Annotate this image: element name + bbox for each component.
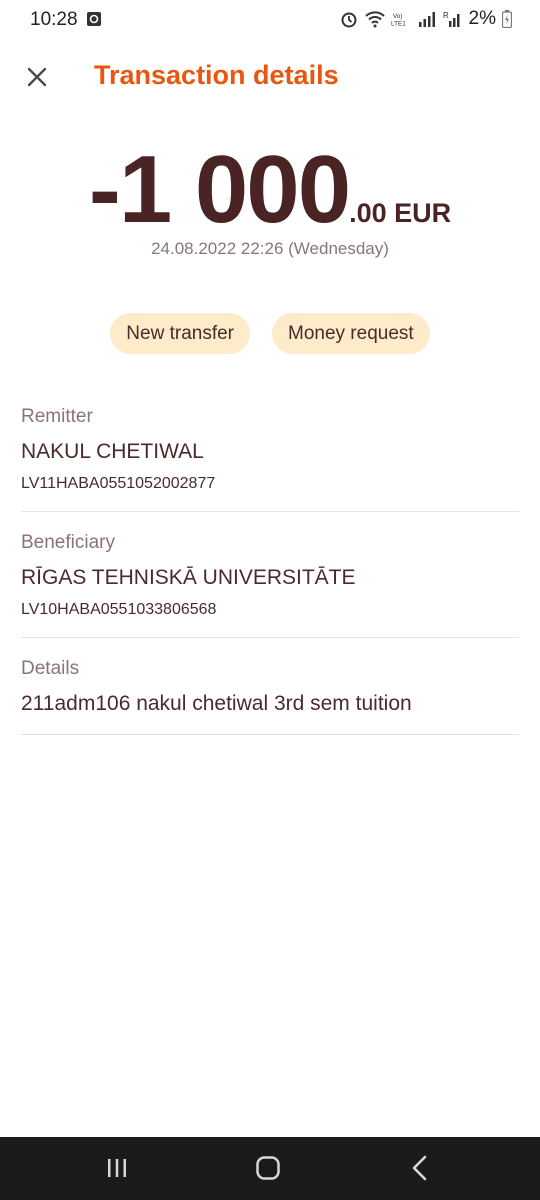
page-title: Transaction details	[94, 60, 339, 90]
beneficiary-label: Beneficiary	[21, 532, 115, 553]
amount-fraction-currency: .00 EUR	[349, 198, 452, 228]
action-buttons: New transfer Money request	[0, 313, 540, 354]
battery-icon	[502, 10, 512, 28]
transaction-amount: -1 000.00 EUR	[0, 135, 540, 245]
close-icon[interactable]	[22, 62, 52, 92]
system-nav-bar	[0, 1137, 540, 1200]
battery-percent: 2%	[468, 8, 496, 29]
beneficiary-account: LV10HABA0551033806568	[21, 601, 217, 618]
details-label: Details	[21, 658, 80, 679]
wifi-icon	[364, 11, 385, 28]
svg-text:LTE1: LTE1	[391, 20, 406, 27]
signal-roaming-icon: R	[443, 11, 460, 27]
app-header: Transaction details	[0, 50, 540, 106]
alarm-icon	[341, 12, 357, 28]
home-icon[interactable]	[248, 1151, 288, 1185]
transaction-datetime: 24.08.2022 22:26 (Wednesday)	[151, 239, 389, 258]
remitter-section: Remitter NAKUL CHETIWAL LV11HABA05510520…	[21, 402, 519, 512]
details-text: 211adm106 nakul chetiwal 3rd sem tuition	[21, 692, 412, 715]
remitter-label: Remitter	[21, 406, 93, 427]
amount-main: -1 000	[88, 136, 351, 243]
status-bar: 10:28 Vo) LTE1 R 2%	[0, 0, 540, 40]
new-transfer-button[interactable]: New transfer	[110, 313, 250, 354]
svg-text:R: R	[443, 11, 449, 20]
beneficiary-section: Beneficiary RĪGAS TEHNISKĀ UNIVERSITĀTE …	[21, 528, 519, 638]
status-time: 10:28	[30, 9, 78, 30]
signal-icon	[418, 12, 435, 27]
back-icon[interactable]	[400, 1151, 440, 1185]
remitter-name: NAKUL CHETIWAL	[21, 440, 204, 463]
notification-icon	[87, 12, 101, 26]
money-request-button[interactable]: Money request	[272, 313, 430, 354]
beneficiary-name: RĪGAS TEHNISKĀ UNIVERSITĀTE	[21, 566, 356, 589]
volte-icon: Vo) LTE1	[391, 13, 406, 27]
details-section: Details 211adm106 nakul chetiwal 3rd sem…	[21, 654, 519, 735]
svg-text:Vo): Vo)	[392, 13, 402, 20]
status-icons: Vo) LTE1 R 2%	[339, 8, 512, 30]
recent-apps-icon[interactable]	[97, 1151, 137, 1185]
remitter-account: LV11HABA0551052002877	[21, 475, 216, 492]
